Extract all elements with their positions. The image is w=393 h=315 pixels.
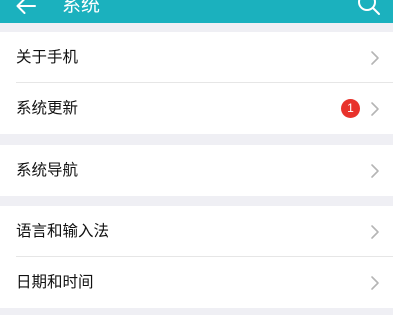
settings-item-language-input[interactable]: 语言和输入法 xyxy=(0,206,393,257)
app-bar: 系统 xyxy=(0,0,393,23)
settings-item-system-navigation[interactable]: 系统导航 xyxy=(0,145,393,196)
settings-item-label: 关于手机 xyxy=(16,48,79,66)
search-icon xyxy=(358,0,380,15)
settings-item-label: 日期和时间 xyxy=(16,273,94,291)
search-button[interactable] xyxy=(355,0,383,17)
notification-badge: 1 xyxy=(341,99,360,118)
back-button[interactable] xyxy=(12,0,40,18)
chevron-right-icon xyxy=(370,163,380,179)
chevron-right-icon xyxy=(370,275,380,291)
settings-item-about-phone[interactable]: 关于手机 xyxy=(0,32,393,83)
settings-item-label: 语言和输入法 xyxy=(16,222,110,240)
settings-item-system-update[interactable]: 系统更新 1 xyxy=(0,83,393,134)
chevron-right-icon xyxy=(370,50,380,66)
settings-item-date-time[interactable]: 日期和时间 xyxy=(0,257,393,308)
settings-item-label: 系统导航 xyxy=(16,161,79,179)
settings-group-locale: 语言和输入法 日期和时间 xyxy=(0,206,393,308)
chevron-right-icon xyxy=(370,101,380,117)
page-title: 系统 xyxy=(62,0,101,16)
settings-group-navigation: 系统导航 xyxy=(0,145,393,196)
settings-group-device: 关于手机 系统更新 1 xyxy=(0,32,393,134)
settings-item-label: 系统更新 xyxy=(16,99,79,117)
chevron-right-icon xyxy=(370,224,380,240)
arrow-left-icon xyxy=(16,0,36,14)
